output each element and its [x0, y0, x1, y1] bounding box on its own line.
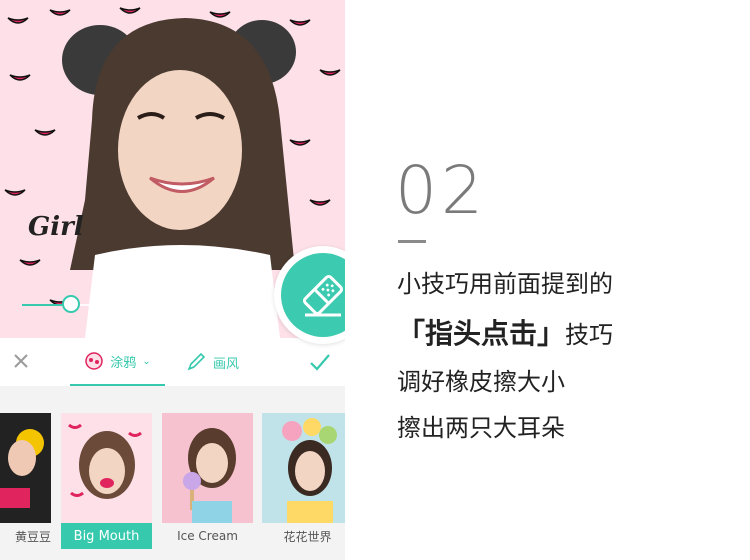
sticker-tray: 黄豆豆 Big Mouth Ice Cream 花花世界: [0, 386, 345, 560]
chevron-down-icon: ⌄: [142, 355, 151, 367]
sticker-thumbnail[interactable]: [262, 413, 345, 523]
editor-toolbar: 涂鸦 ⌄ 画风: [0, 338, 345, 387]
tip-highlight: 「指头点击」: [397, 317, 566, 350]
tab-art-style[interactable]: 画风: [185, 338, 239, 386]
eraser-icon: [302, 274, 344, 317]
divider: [398, 240, 426, 243]
tip-line-2: 「指头点击」技巧: [397, 312, 613, 352]
sticker-thumbnail[interactable]: [61, 413, 152, 523]
sticker-label: 花花世界: [283, 529, 332, 544]
sticker-label-selected: Big Mouth: [61, 523, 152, 549]
check-icon[interactable]: [308, 350, 332, 374]
sticker-thumbnail[interactable]: [0, 413, 51, 523]
eraser-size-slider-handle[interactable]: [62, 295, 81, 313]
tab-doodle[interactable]: 涂鸦 ⌄: [70, 338, 165, 386]
sticker-preview-image: [61, 413, 152, 523]
eraser-button-face: [281, 253, 345, 337]
sticker-label: 黄豆豆: [14, 529, 51, 544]
tip-line-4: 擦出两只大耳朵: [397, 414, 565, 442]
phone-screen: Girl 涂鸦 ⌄ 画风 黄豆豆 Big Mouth Ice Cream 花花世…: [0, 0, 345, 560]
tip-line-3: 调好橡皮擦大小: [397, 368, 565, 396]
step-number: 02: [395, 152, 487, 229]
sticker-label: Ice Cream: [177, 529, 238, 543]
graffiti-text: Girl: [28, 212, 84, 242]
sticker-preview-image: [162, 413, 253, 523]
sticker-preview-image: [0, 413, 51, 523]
tip-line-1: 小技巧用前面提到的: [397, 270, 613, 298]
sticker-thumbnail[interactable]: [162, 413, 253, 523]
close-icon[interactable]: [10, 350, 32, 372]
tab-doodle-label: 涂鸦: [110, 355, 137, 371]
sticker-preview-image: [262, 413, 345, 523]
tab-art-style-label: 画风: [213, 356, 240, 372]
tip-line-2-rest: 技巧: [565, 321, 614, 349]
doodle-icon: [85, 352, 104, 370]
brush-icon: [187, 352, 206, 371]
